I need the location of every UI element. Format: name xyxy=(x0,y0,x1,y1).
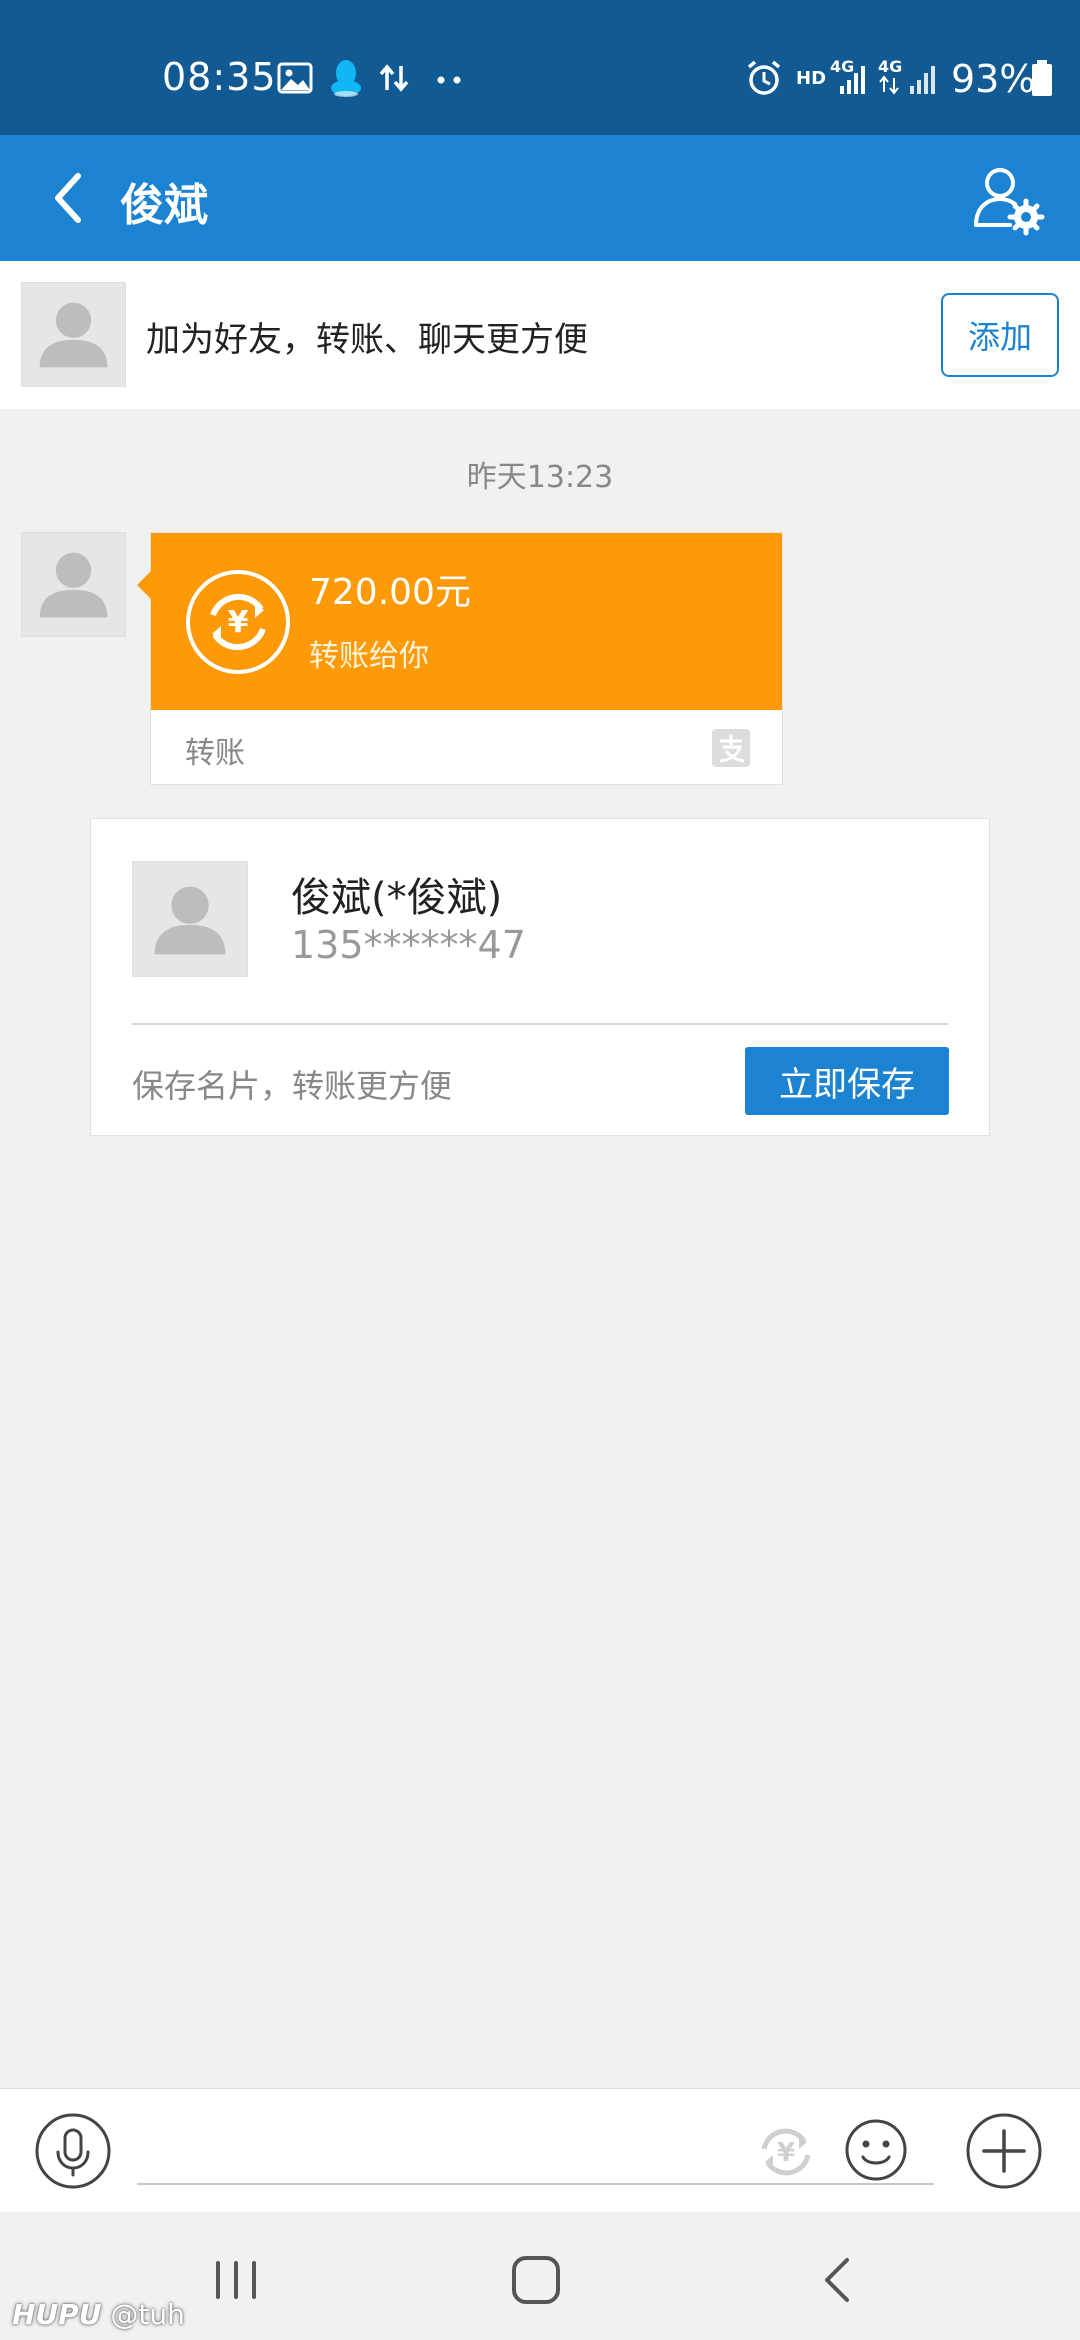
svg-text:HD: HD xyxy=(796,68,826,89)
avatar xyxy=(21,282,126,387)
hd-signal-icon: HD 4G xyxy=(796,58,865,94)
more-actions-button[interactable] xyxy=(964,2111,1044,2191)
contact-card[interactable]: 俊斌(*俊斌) 135******47 保存名片，转账更方便 立即保存 xyxy=(90,818,990,1136)
svg-text:¥: ¥ xyxy=(228,605,249,640)
back-button[interactable] xyxy=(36,162,108,234)
system-back-button[interactable] xyxy=(813,2254,863,2306)
page-title: 俊斌 xyxy=(120,180,208,231)
input-bar: ¥ xyxy=(0,2088,1080,2212)
add-friend-banner: 加为好友，转账、聊天更方便 添加 xyxy=(0,261,1080,409)
transfer-header: ¥ 720.00元 转账给你 xyxy=(137,533,782,710)
add-friend-button[interactable]: 添加 xyxy=(941,293,1059,377)
chevron-left-icon xyxy=(55,173,81,223)
plus-circle-icon xyxy=(966,2113,1042,2189)
recents-button[interactable] xyxy=(206,2255,266,2305)
home-icon xyxy=(512,2256,560,2304)
recents-icon xyxy=(216,2261,256,2299)
voice-button[interactable] xyxy=(34,2112,112,2190)
alarm-icon xyxy=(747,60,781,95)
battery-percent: 93% xyxy=(951,57,1036,101)
chevron-left-icon xyxy=(825,2258,849,2302)
more-notifications-icon xyxy=(437,76,461,84)
save-hint: 保存名片，转账更方便 xyxy=(132,1067,453,1105)
transfer-money-button[interactable]: ¥ xyxy=(752,2117,820,2185)
yuan-exchange-icon: ¥ xyxy=(761,2128,811,2176)
data-transfer-icon xyxy=(379,64,409,92)
svg-text:4G: 4G xyxy=(830,58,854,76)
status-bar: 08:35 HD 4G 4G 93% xyxy=(0,0,1080,135)
banner-text: 加为好友，转账、聊天更方便 xyxy=(146,320,588,360)
yuan-exchange-icon: ¥ xyxy=(186,570,290,674)
svg-text:4G: 4G xyxy=(878,58,902,76)
save-now-button[interactable]: 立即保存 xyxy=(745,1047,949,1115)
gallery-notification-icon xyxy=(277,62,313,94)
contact-name: 俊斌(*俊斌) xyxy=(291,875,503,921)
profile-settings-button[interactable] xyxy=(970,161,1046,237)
card-divider xyxy=(132,1023,948,1025)
qq-notification-icon xyxy=(331,60,361,97)
microphone-icon xyxy=(35,2113,111,2189)
message-timestamp: 昨天13:23 xyxy=(466,460,614,495)
transfer-description: 转账给你 xyxy=(309,639,429,674)
transfer-message-bubble[interactable]: ¥ 720.00元 转账给你 转账 xyxy=(137,532,783,785)
contact-phone: 135******47 xyxy=(291,923,526,967)
status-time: 08:35 xyxy=(162,55,277,99)
emoji-button[interactable] xyxy=(843,2117,909,2183)
svg-text:¥: ¥ xyxy=(777,2138,795,2168)
transfer-label: 转账 xyxy=(185,736,245,771)
transfer-amount: 720.00元 xyxy=(309,572,471,613)
bubble-arrow xyxy=(137,571,151,599)
avatar xyxy=(132,861,248,977)
watermark: HUPU @tuh xyxy=(12,2298,185,2331)
4g-signal-icon: 4G xyxy=(878,58,935,95)
sender-avatar[interactable] xyxy=(21,532,126,637)
app-header: 俊斌 xyxy=(0,135,1080,261)
alipay-logo-icon xyxy=(712,729,750,767)
battery-icon xyxy=(1032,60,1052,96)
home-button[interactable] xyxy=(508,2252,564,2308)
smiley-icon xyxy=(845,2119,907,2181)
user-gear-icon xyxy=(974,168,1045,236)
